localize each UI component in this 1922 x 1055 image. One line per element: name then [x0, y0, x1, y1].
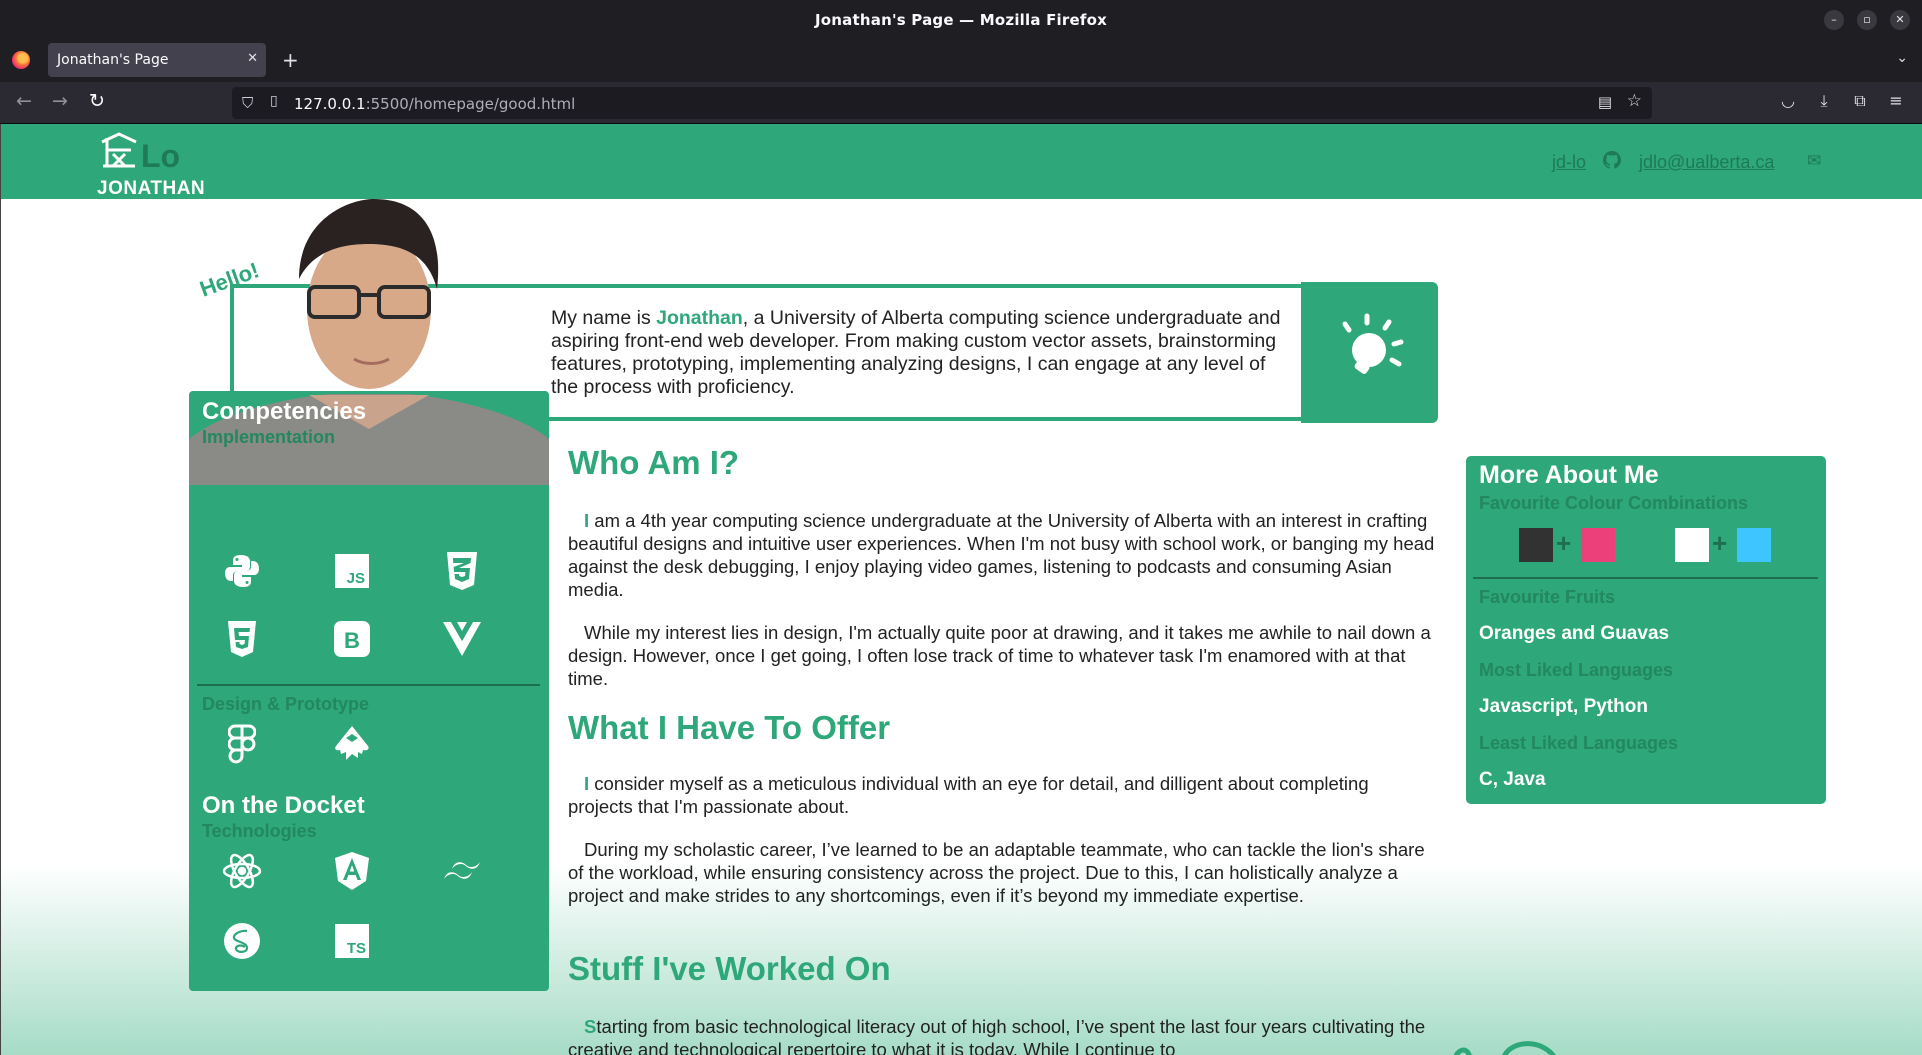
downloads-icon[interactable]: ⤓: [1813, 91, 1835, 111]
github-link[interactable]: jd-lo: [1552, 152, 1586, 173]
who-paragraph-1: I am a 4th year computing science underg…: [568, 509, 1436, 601]
github-icon[interactable]: [1603, 151, 1621, 169]
email-link[interactable]: jdlo@ualberta.ca: [1639, 152, 1774, 173]
technologies-label: Technologies: [202, 821, 317, 841]
implementation-label: Implementation: [202, 427, 336, 447]
window-titlebar: Jonathan's Page — Mozilla Firefox – ▫ ✕: [0, 0, 1922, 38]
lightbulb-panel: [1301, 282, 1438, 423]
new-tab-icon[interactable]: +: [282, 48, 299, 72]
logo-name[interactable]: JONATHAN: [97, 178, 205, 200]
docket-title: On the Docket: [202, 792, 365, 819]
lightbulb-icon: [1342, 313, 1404, 374]
colour-label: Favourite Colour Combinations: [1479, 493, 1749, 513]
plus-sign: +: [1556, 528, 1572, 558]
logo-icon[interactable]: [99, 132, 139, 168]
page-info-icon[interactable]: ▯: [270, 93, 278, 109]
more-about-title: More About Me: [1479, 461, 1659, 489]
fruits-value: Oranges and Guavas: [1479, 623, 1670, 644]
forward-icon[interactable]: →: [48, 90, 72, 112]
url-text[interactable]: 127.0.0.1:5500/homepage/good.html: [294, 95, 575, 113]
reload-icon[interactable]: ↻: [85, 90, 109, 112]
bootstrap-icon: B: [332, 619, 372, 659]
design-label: Design & Prototype: [202, 694, 370, 714]
menu-icon[interactable]: ≡: [1885, 91, 1907, 110]
nav-bar: ← → ↻ ⛉ ▯ 127.0.0.1:5500/homepage/good.h…: [0, 82, 1922, 124]
who-paragraph-2: While my interest lies in design, I'm ac…: [568, 622, 1431, 689]
url-path: :5500/homepage/good.html: [365, 95, 576, 113]
intro-prefix: My name is: [551, 307, 657, 329]
svg-text:JS: JS: [347, 570, 365, 587]
vue-icon: [442, 619, 482, 659]
extensions-icon[interactable]: ⧉: [1849, 91, 1871, 111]
envelope-icon[interactable]: ✉: [1807, 151, 1821, 171]
figma-icon: [222, 724, 262, 764]
sidebar-divider: [197, 684, 540, 686]
sass-icon: [222, 921, 262, 961]
swatch-pink: [1581, 528, 1615, 562]
url-bar[interactable]: ⛉ ▯ 127.0.0.1:5500/homepage/good.html ▤ …: [232, 87, 1652, 119]
tab-title: Jonathan's Page: [57, 52, 169, 68]
python-icon: [222, 551, 262, 591]
react-icon: [222, 851, 262, 891]
least-value: C, Java: [1479, 769, 1546, 790]
who-heading: Who Am I?: [568, 444, 740, 481]
page-viewport: Lo JONATHAN jd-lo jdlo@ualberta.ca ✉ Hel…: [0, 124, 1922, 1055]
offer-p1-text: consider myself as a meticulous individu…: [568, 773, 1369, 817]
list-tabs-icon[interactable]: ⌄: [1896, 50, 1908, 66]
offer-paragraph-1: I consider myself as a meticulous indivi…: [568, 772, 1436, 818]
swatch-blue: [1737, 528, 1771, 562]
typescript-icon: TS: [332, 921, 372, 961]
who-p1-text: am a 4th year computing science undergra…: [568, 510, 1435, 600]
back-icon[interactable]: ←: [12, 90, 36, 112]
offer-paragraph-2: During my scholastic career, I’ve learne…: [568, 839, 1425, 906]
firefox-icon: [12, 51, 30, 69]
intro-name: Jonathan: [656, 307, 743, 329]
offer-heading: What I Have To Offer: [568, 709, 891, 746]
stuff-dropcap: S: [584, 1016, 597, 1037]
svg-text:TS: TS: [347, 940, 366, 957]
stuff-p1-text: tarting from basic technological literac…: [568, 1016, 1426, 1055]
window-title: Jonathan's Page — Mozilla Firefox: [815, 11, 1107, 29]
pocket-icon[interactable]: ◡: [1777, 91, 1799, 110]
css3-icon: [442, 551, 482, 591]
close-tab-icon[interactable]: ✕: [247, 51, 258, 66]
stuff-heading: Stuff I've Worked On: [568, 950, 891, 987]
reader-mode-icon[interactable]: ▤: [1598, 93, 1612, 111]
tab-active[interactable]: Jonathan's Page ✕: [48, 43, 266, 77]
swatch-white: [1675, 528, 1709, 562]
competencies-title: Competencies: [202, 398, 367, 425]
tailwind-icon: [442, 851, 482, 891]
angular-icon: [332, 851, 372, 891]
fruits-label: Favourite Fruits: [1479, 587, 1616, 607]
plus-sign: +: [1712, 528, 1728, 558]
decorative-illustration: [1453, 1041, 1556, 1055]
swatch-dark: [1519, 528, 1553, 562]
javascript-icon: JS: [332, 551, 372, 591]
stuff-paragraph-1: Starting from basic technological litera…: [568, 1015, 1436, 1055]
svg-text:B: B: [344, 628, 360, 653]
bookmark-star-icon[interactable]: ☆: [1627, 91, 1642, 111]
shield-icon[interactable]: ⛉: [242, 94, 253, 112]
site-header: Lo JONATHAN jd-lo jdlo@ualberta.ca ✉: [1, 124, 1922, 199]
logo-text[interactable]: Lo: [141, 138, 180, 175]
least-label: Least Liked Languages: [1479, 733, 1679, 753]
maximize-icon[interactable]: ▫: [1857, 10, 1877, 30]
liked-label: Most Liked Languages: [1479, 660, 1674, 680]
minimize-icon[interactable]: –: [1824, 10, 1844, 30]
close-window-icon[interactable]: ✕: [1890, 10, 1910, 30]
intro-text: My name is Jonathan, a University of Alb…: [551, 307, 1286, 399]
more-divider: [1473, 577, 1818, 579]
liked-value: Javascript, Python: [1479, 696, 1648, 717]
inkscape-icon: [332, 724, 372, 764]
url-host: 127.0.0.1: [294, 95, 366, 113]
tab-bar: Jonathan's Page ✕ + ⌄: [0, 38, 1922, 82]
html5-icon: [222, 619, 262, 659]
